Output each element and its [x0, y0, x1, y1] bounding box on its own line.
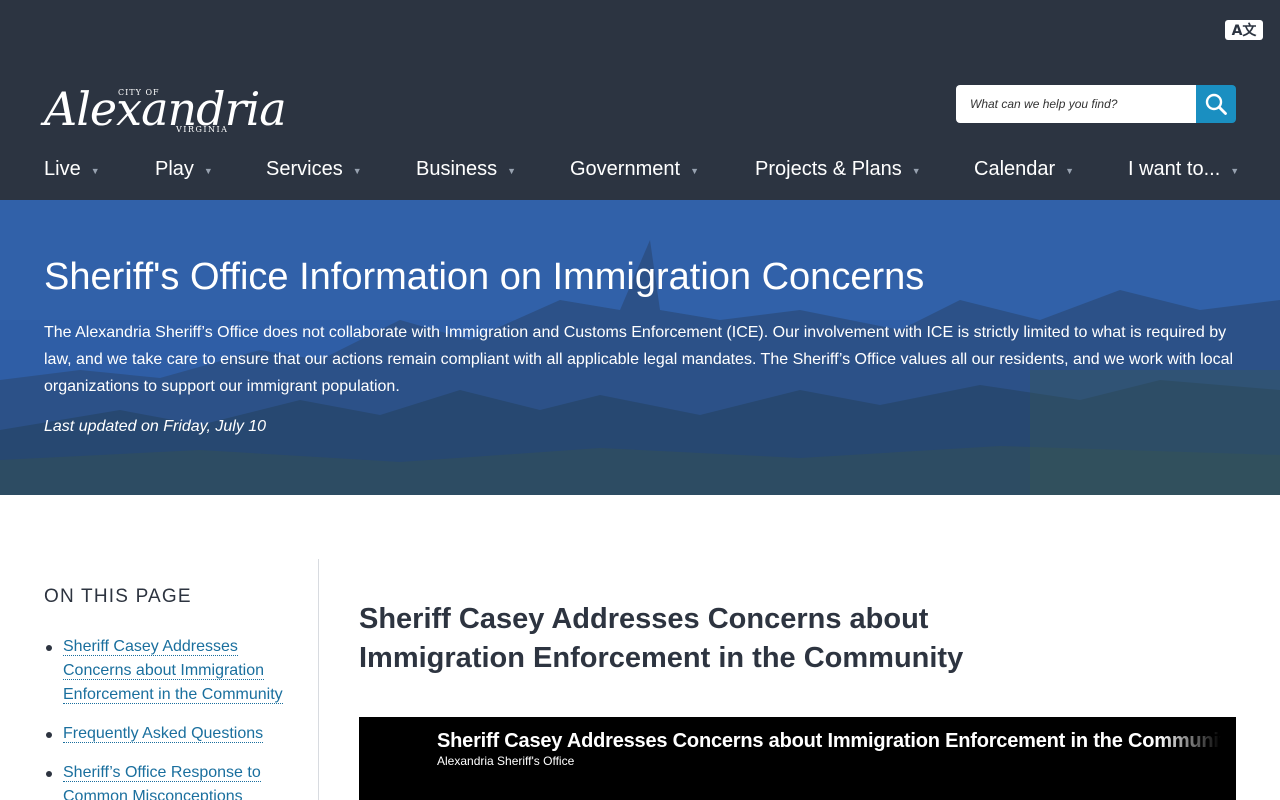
list-item: Frequently Asked Questions: [44, 722, 294, 746]
video-title-fade: [1159, 717, 1236, 767]
nav-item-calendar[interactable]: Calendar ▼: [974, 158, 1074, 181]
main-nav: Live ▼ Play ▼ Services ▼ Business ▼ Gove…: [44, 158, 1244, 184]
translate-icon: A文: [1231, 23, 1257, 39]
sidebar-link-misconceptions[interactable]: Sheriff’s Office Response to Common Misc…: [63, 764, 261, 800]
nav-item-live[interactable]: Live ▼: [44, 158, 100, 181]
hero-banner: Sheriff's Office Information on Immigrat…: [0, 200, 1280, 495]
page-title: Sheriff's Office Information on Immigrat…: [44, 256, 925, 298]
nav-item-i-want-to[interactable]: I want to... ▼: [1128, 158, 1239, 181]
video-title[interactable]: Sheriff Casey Addresses Concerns about I…: [437, 730, 1236, 753]
search-button[interactable]: [1196, 85, 1236, 123]
caret-down-icon: ▼: [1230, 166, 1240, 176]
list-item: Sheriff’s Office Response to Common Misc…: [44, 761, 294, 800]
page-description: The Alexandria Sheriff’s Office does not…: [44, 324, 1234, 395]
search-icon: [1205, 93, 1227, 115]
section-heading: Sheriff Casey Addresses Concerns about I…: [359, 603, 964, 674]
caret-down-icon: ▼: [911, 166, 921, 176]
list-item: Sheriff Casey Addresses Concerns about I…: [44, 635, 294, 707]
last-updated: Last updated on Friday, July 10: [44, 418, 267, 435]
logo-state: VIRGINIA: [176, 125, 229, 134]
sidebar-link-sheriff-casey[interactable]: Sheriff Casey Addresses Concerns about I…: [63, 638, 283, 704]
nav-item-label: Calendar: [974, 158, 1056, 180]
nav-item-label: Live: [44, 158, 81, 180]
video-player[interactable]: Sheriff Casey Addresses Concerns about I…: [359, 717, 1236, 800]
nav-item-play[interactable]: Play ▼: [155, 158, 213, 181]
nav-item-label: Play: [155, 158, 194, 180]
sidebar-heading: ON THIS PAGE: [44, 586, 192, 607]
sidebar-link-list: Sheriff Casey Addresses Concerns about I…: [44, 635, 294, 800]
caret-down-icon: ▼: [352, 166, 362, 176]
nav-item-business[interactable]: Business ▼: [416, 158, 516, 181]
caret-down-icon: ▼: [203, 166, 213, 176]
nav-item-services[interactable]: Services ▼: [266, 158, 362, 181]
search-input[interactable]: [956, 85, 1196, 123]
nav-item-label: Projects & Plans: [755, 158, 902, 180]
logo-name: Alexandria: [44, 82, 287, 136]
sidebar-link-faq[interactable]: Frequently Asked Questions: [63, 725, 264, 743]
nav-item-label: I want to...: [1128, 158, 1221, 180]
video-channel[interactable]: Alexandria Sheriff's Office: [437, 754, 574, 768]
city-logo[interactable]: CITY OF Alexandria VIRGINIA: [44, 68, 287, 140]
translate-button[interactable]: A文: [1225, 20, 1263, 40]
caret-down-icon: ▼: [1065, 166, 1075, 176]
search-form: [956, 85, 1236, 123]
site-header: A文 CITY OF Alexandria VIRGINIA Live ▼ Pl…: [0, 0, 1280, 200]
nav-item-label: Services: [266, 158, 343, 180]
caret-down-icon: ▼: [90, 166, 100, 176]
caret-down-icon: ▼: [690, 166, 699, 176]
nav-item-label: Government: [570, 158, 681, 180]
nav-item-government[interactable]: Government ▼: [570, 158, 699, 181]
on-this-page-sidebar: ON THIS PAGE Sheriff Casey Addresses Con…: [0, 559, 319, 800]
nav-item-label: Business: [416, 158, 498, 180]
caret-down-icon: ▼: [507, 166, 517, 176]
nav-item-projects-plans[interactable]: Projects & Plans ▼: [755, 158, 921, 181]
